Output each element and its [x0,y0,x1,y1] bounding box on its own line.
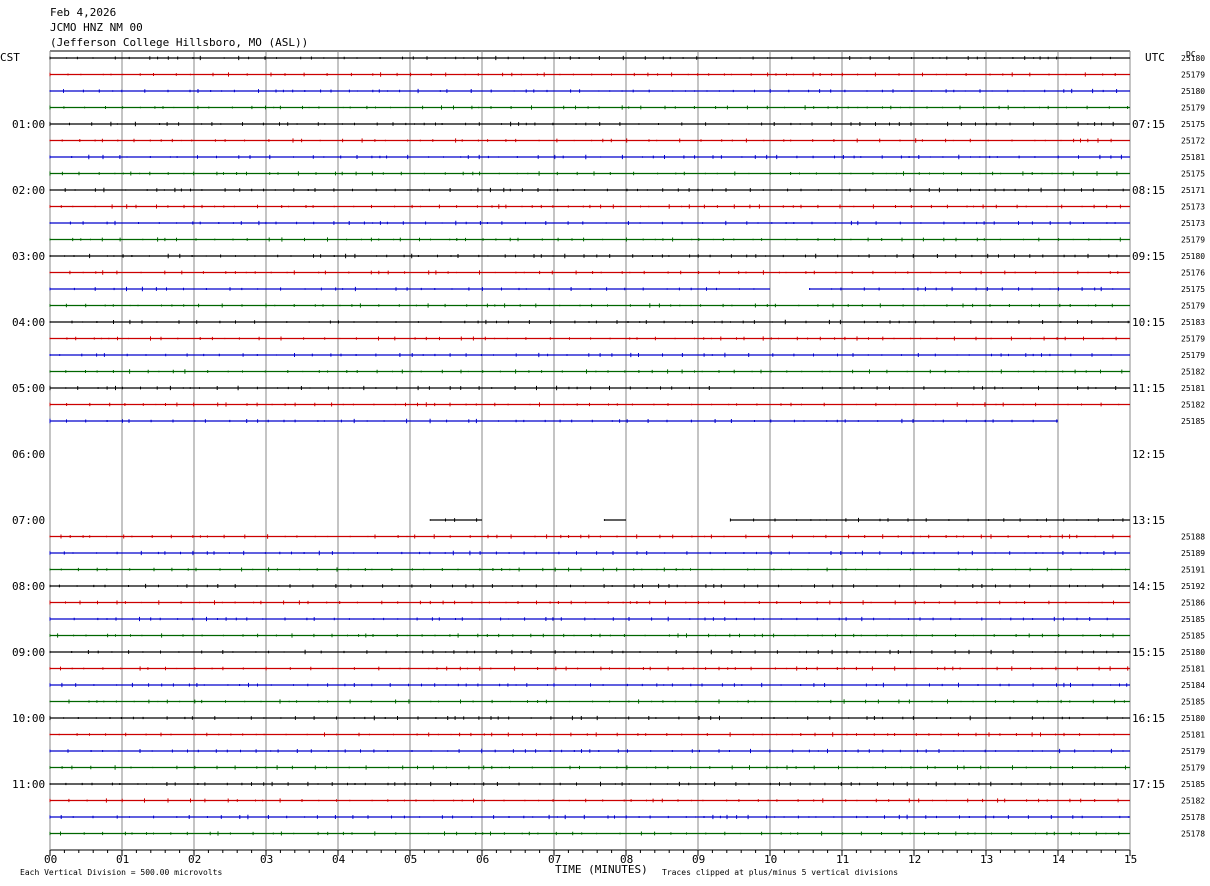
hour-label-right: 08:15 [1132,184,1165,197]
clip-note: Traces clipped at plus/minus 5 vertical … [662,868,898,877]
dc-offset-label: 25175 [1181,170,1205,179]
x-tick-label: 07 [548,853,561,866]
dc-offset-label: 25175 [1181,285,1205,294]
hour-label-right: 12:15 [1132,448,1165,461]
hour-label-left: 03:00 [12,250,45,263]
x-tick-label: 04 [332,853,346,866]
dc-offset-label: 25181 [1181,153,1205,162]
dc-offset-label: 25179 [1181,351,1205,360]
dc-offset-label: 25185 [1181,698,1205,707]
hour-label-left: 02:00 [12,184,45,197]
dc-offset-label: 25181 [1181,384,1205,393]
dc-offset-label: 25180 [1181,714,1205,723]
scale-note: Each Vertical Division = 500.00 microvol… [20,868,222,877]
dc-offset-label: 25185 [1181,417,1205,426]
hour-label-right: 09:15 [1132,250,1165,263]
dc-offset-label: 25192 [1181,582,1205,591]
dc-offset-label: 25179 [1181,335,1205,344]
dc-offset-label: 25181 [1181,665,1205,674]
hour-label-left: 09:00 [12,646,45,659]
x-tick-label: 05 [404,853,417,866]
seismic-traces [49,55,1131,836]
left-timezone-label: CST [0,51,20,64]
dc-offset-label: 25186 [1181,599,1205,608]
hour-label-right: 13:15 [1132,514,1165,527]
x-tick-label: 12 [908,853,921,866]
dc-offset-label: 25182 [1181,401,1205,410]
dc-offset-label: 25181 [1181,731,1205,740]
hour-label-left: 11:00 [12,778,45,791]
right-timezone-label: UTC [1145,51,1165,64]
x-tick-label: 01 [116,853,129,866]
dc-offset-label: 25178 [1181,813,1205,822]
dc-offset-label: 25172 [1181,137,1205,146]
dc-offset-label: 25182 [1181,797,1205,806]
x-axis-title: TIME (MINUTES) [555,863,648,876]
x-tick-label: 06 [476,853,489,866]
dc-offset-label: 25179 [1181,71,1205,80]
dc-offset-label: 25175 [1181,120,1205,129]
dc-offset-label: 25189 [1181,549,1205,558]
hour-label-right: 11:15 [1132,382,1165,395]
minute-grid [49,50,1131,856]
dc-offset-label: 25171 [1181,186,1205,195]
hour-label-right: 10:15 [1132,316,1165,329]
dc-offset-label: 25178 [1181,830,1205,839]
dc-offset-label: 25180 [1181,87,1205,96]
x-tick-label: 08 [620,853,633,866]
hour-label-right: 15:15 [1132,646,1165,659]
hour-label-left: 08:00 [12,580,45,593]
helicorder-chart: CST UTC DC TIME (MINUTES) Each Vertical … [0,50,1205,877]
hour-label-left: 01:00 [12,118,45,131]
dc-offset-label: 25176 [1181,269,1205,278]
dc-offset-label: 25179 [1181,104,1205,113]
dc-offset-label: 25184 [1181,681,1205,690]
x-tick-label: 11 [836,853,849,866]
hour-label-left: 05:00 [12,382,45,395]
dc-offset-label: 25188 [1181,533,1205,542]
dc-offset-label: 25185 [1181,615,1205,624]
dc-offset-label: 25179 [1181,764,1205,773]
hour-label-left: 04:00 [12,316,45,329]
dc-offset-label: 25180 [1181,54,1205,63]
hour-label-right: 14:15 [1132,580,1165,593]
dc-offset-label: 25179 [1181,747,1205,756]
hour-label-right: 07:15 [1132,118,1165,131]
x-tick-label: 10 [764,853,777,866]
dc-offset-label: 25180 [1181,252,1205,261]
hour-label-right: 17:15 [1132,778,1165,791]
x-tick-label: 00 [44,853,57,866]
dc-offset-label: 25182 [1181,368,1205,377]
x-tick-label: 14 [1052,853,1066,866]
hour-label-left: 06:00 [12,448,45,461]
x-tick-label: 15 [1124,853,1137,866]
x-tick-label: 02 [188,853,201,866]
hour-label-left: 07:00 [12,514,45,527]
dc-offset-label: 25179 [1181,236,1205,245]
x-tick-label: 13 [980,853,993,866]
x-tick-label: 09 [692,853,705,866]
dc-offset-label: 25183 [1181,318,1205,327]
dc-offset-label: 25173 [1181,219,1205,228]
hour-label-right: 16:15 [1132,712,1165,725]
dc-offset-label: 25185 [1181,632,1205,641]
x-tick-label: 03 [260,853,273,866]
hour-label-left: 10:00 [12,712,45,725]
dc-offset-label: 25185 [1181,780,1205,789]
dc-offset-label: 25173 [1181,203,1205,212]
dc-offset-label: 25191 [1181,566,1205,575]
dc-offset-label: 25179 [1181,302,1205,311]
dc-offset-label: 25180 [1181,648,1205,657]
